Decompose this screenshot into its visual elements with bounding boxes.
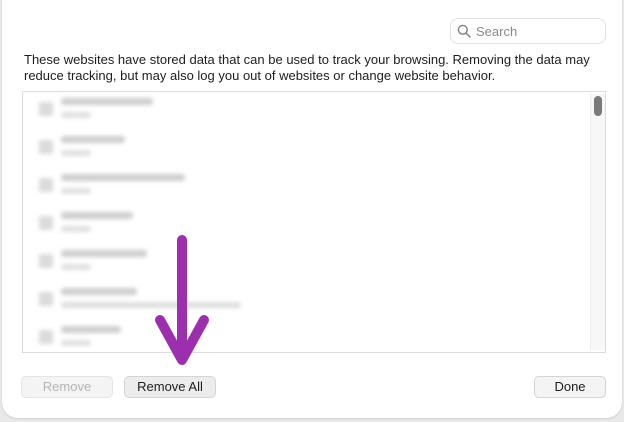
magnifying-glass-icon (457, 24, 471, 38)
done-button[interactable]: Done (534, 376, 606, 398)
website-favicon-icon (39, 292, 53, 306)
remove-button[interactable]: Remove (21, 376, 113, 398)
list-item[interactable] (39, 284, 241, 316)
website-data-sheet: These websites have stored data that can… (2, 0, 622, 418)
search-field[interactable] (450, 18, 606, 44)
list-item[interactable] (39, 94, 239, 126)
website-favicon-icon (39, 216, 53, 230)
search-input[interactable] (476, 23, 596, 39)
website-favicon-icon (39, 102, 53, 116)
list-item[interactable] (39, 322, 239, 352)
list-item[interactable] (39, 246, 239, 278)
website-favicon-icon (39, 178, 53, 192)
list-item[interactable] (39, 170, 239, 202)
website-favicon-icon (39, 140, 53, 154)
website-list[interactable] (22, 91, 606, 353)
website-favicon-icon (39, 254, 53, 268)
website-favicon-icon (39, 330, 53, 344)
list-scrollbar[interactable] (590, 94, 605, 350)
remove-all-button[interactable]: Remove All (124, 376, 216, 398)
scrollbar-thumb[interactable] (594, 96, 602, 116)
list-item[interactable] (39, 208, 239, 240)
list-item[interactable] (39, 132, 239, 164)
description-text: These websites have stored data that can… (24, 52, 590, 83)
